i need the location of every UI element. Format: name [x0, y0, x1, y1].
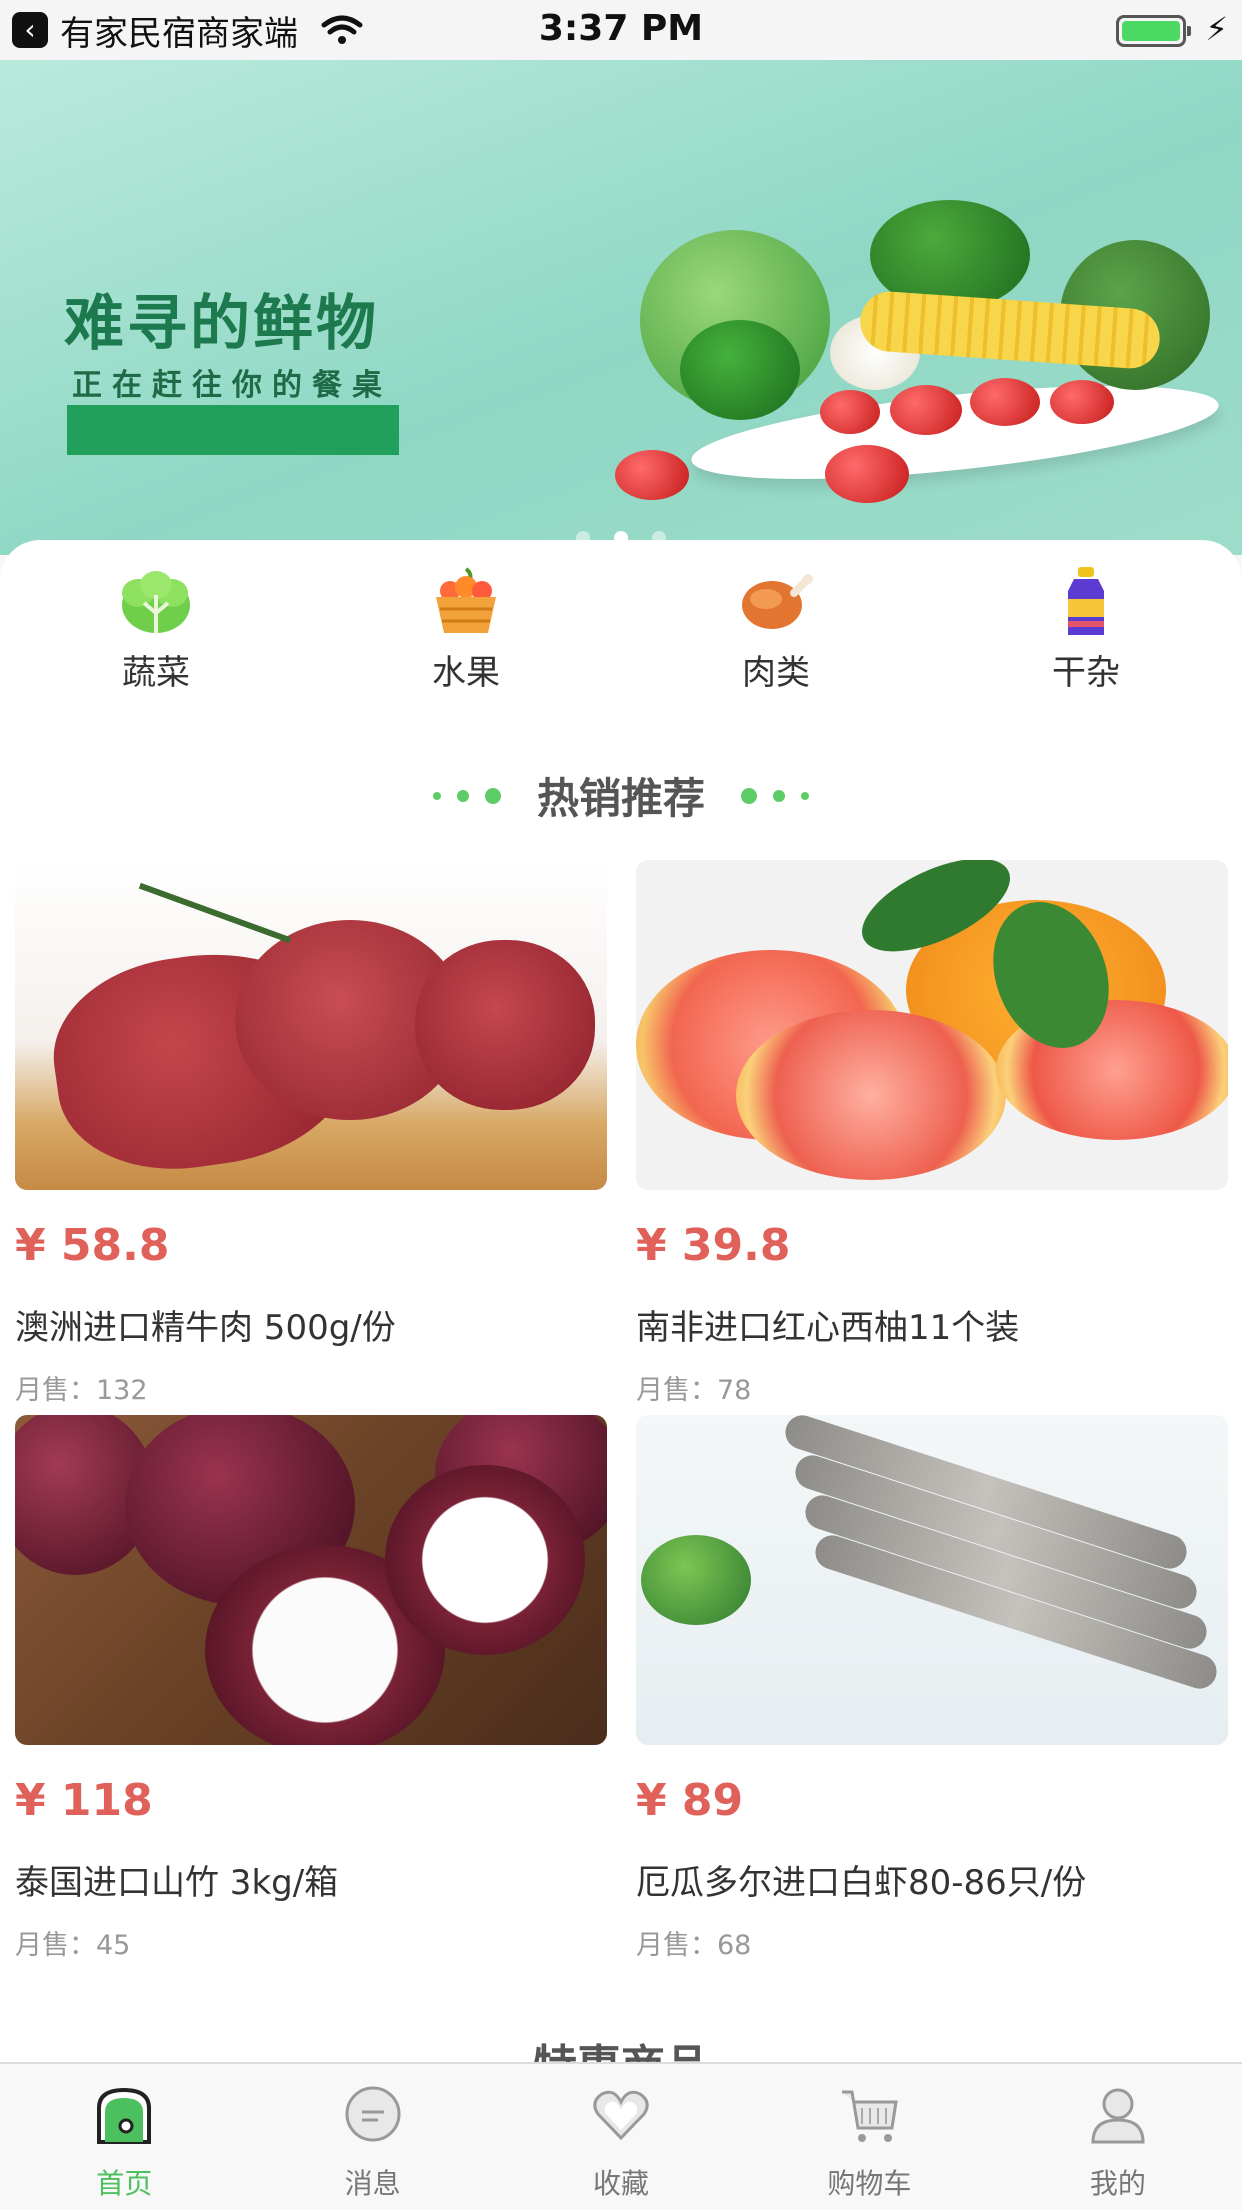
category-row: 蔬菜 水果 肉类 干杂 [0, 565, 1242, 705]
tab-label: 我的 [1089, 2167, 1146, 2200]
product-card[interactable]: ¥ 118 泰国进口山竹 3kg/箱 月售：45 [15, 1415, 607, 1962]
product-sales: 月售：45 [15, 1930, 131, 1961]
product-sales: 月售：132 [15, 1375, 148, 1406]
beef-image[interactable] [15, 860, 607, 1190]
tab-profile[interactable]: 我的 [994, 2064, 1242, 2210]
meat-icon [736, 565, 816, 639]
status-bar: ‹ 有家民宿商家端 3:37 PM ⚡ [0, 0, 1242, 60]
product-price: ¥ 118 [15, 1775, 153, 1826]
category-label: 肉类 [742, 653, 810, 693]
back-app-name[interactable]: 有家民宿商家端 [60, 6, 298, 55]
wifi-icon [321, 15, 363, 44]
tab-label: 购物车 [827, 2167, 912, 2200]
promo-banner[interactable]: 难寻的鲜物 正在赶往你的餐桌 [0, 60, 1242, 555]
tab-bar: 首页 消息 收藏 购物车 我的 [0, 2062, 1242, 2210]
dry-goods-icon [1046, 565, 1126, 639]
profile-icon [1091, 2088, 1145, 2144]
category-meat[interactable]: 肉类 [676, 565, 876, 694]
tab-label: 收藏 [593, 2167, 650, 2200]
banner-title: 难寻的鲜物 [64, 289, 379, 359]
shrimp-image[interactable] [636, 1415, 1228, 1745]
home-icon [97, 2087, 152, 2144]
tab-label: 首页 [96, 2167, 153, 2200]
charging-bolt-icon: ⚡ [1205, 10, 1228, 48]
product-name: 南非进口红心西柚11个装 [636, 1308, 1020, 1348]
category-label: 干杂 [1052, 653, 1120, 693]
product-card[interactable]: ¥ 39.8 南非进口红心西柚11个装 月售：78 [636, 860, 1228, 1407]
product-name: 泰国进口山竹 3kg/箱 [15, 1863, 339, 1903]
category-label: 蔬菜 [122, 653, 190, 693]
battery-charging-icon [1116, 15, 1191, 47]
product-price: ¥ 58.8 [15, 1220, 170, 1271]
main-content: 蔬菜 水果 肉类 干杂 热销推荐 ¥ 58.8 澳洲进口精牛肉 500g/份 月… [0, 540, 1242, 2070]
heart-icon [593, 2090, 649, 2141]
vegetable-icon [116, 565, 196, 639]
tab-label: 消息 [344, 2167, 401, 2200]
product-sales: 月售：68 [636, 1930, 752, 1961]
hot-section-header: 热销推荐 [0, 765, 1242, 826]
category-vegetable[interactable]: 蔬菜 [56, 565, 256, 694]
cart-icon [842, 2090, 899, 2142]
product-price: ¥ 39.8 [636, 1220, 791, 1271]
back-icon[interactable]: ‹ [12, 12, 48, 48]
banner-subtitle: 正在赶往你的餐桌 [72, 368, 392, 403]
product-price: ¥ 89 [636, 1775, 744, 1826]
section-title: 热销推荐 [536, 774, 705, 823]
mangosteen-image[interactable] [15, 1415, 607, 1745]
category-fruit[interactable]: 水果 [366, 565, 566, 694]
fruit-basket-icon [426, 565, 506, 639]
product-sales: 月售：78 [636, 1375, 752, 1406]
product-name: 澳洲进口精牛肉 500g/份 [15, 1308, 396, 1348]
grapefruit-image[interactable] [636, 860, 1228, 1190]
tab-favorites[interactable]: 收藏 [497, 2064, 745, 2210]
category-label: 水果 [432, 653, 500, 693]
tab-cart[interactable]: 购物车 [745, 2064, 993, 2210]
category-dry-goods[interactable]: 干杂 [986, 565, 1186, 694]
product-card[interactable]: ¥ 58.8 澳洲进口精牛肉 500g/份 月售：132 [15, 860, 607, 1407]
banner-button[interactable] [67, 405, 399, 455]
product-name: 厄瓜多尔进口白虾80-86只/份 [636, 1863, 1087, 1903]
product-card[interactable]: ¥ 89 厄瓜多尔进口白虾80-86只/份 月售：68 [636, 1415, 1228, 1962]
message-icon [345, 2086, 401, 2142]
tab-home[interactable]: 首页 [0, 2064, 248, 2210]
tab-message[interactable]: 消息 [248, 2064, 496, 2210]
